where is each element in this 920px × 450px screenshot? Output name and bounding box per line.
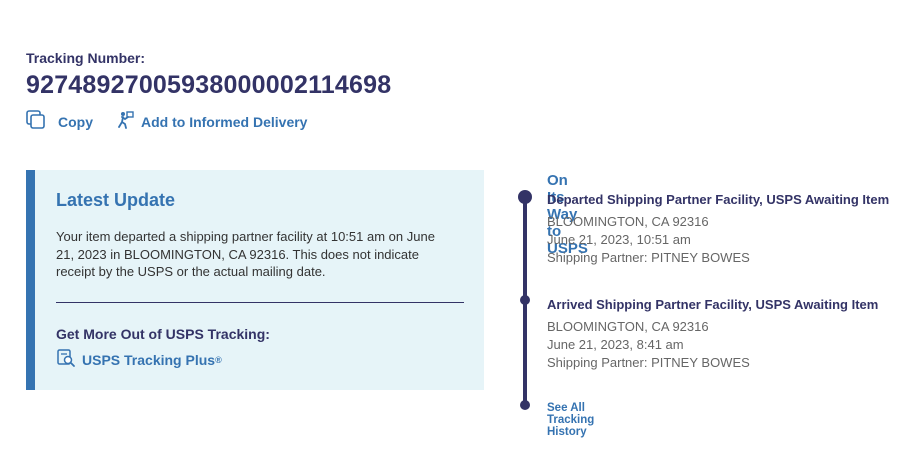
copy-icon: [26, 110, 46, 133]
event-datetime: June 21, 2023, 8:41 am: [547, 337, 684, 352]
copy-label: Copy: [58, 113, 93, 130]
event-datetime: June 21, 2023, 10:51 am: [547, 232, 691, 247]
event-title: Arrived Shipping Partner Facility, USPS …: [547, 297, 879, 312]
informed-delivery-label: Add to Informed Delivery: [141, 113, 308, 130]
registered-mark: ®: [215, 354, 222, 365]
tracking-plus-label: USPS Tracking Plus: [82, 351, 216, 368]
event-partner: Shipping Partner: PITNEY BOWES: [547, 250, 750, 265]
latest-update-panel: Latest Update Your item departed a shipp…: [26, 170, 484, 390]
see-all-history-link[interactable]: See All Tracking History: [547, 402, 594, 438]
panel-divider: [56, 302, 464, 303]
event-location: BLOOMINGTON, CA 92316: [547, 214, 709, 229]
informed-delivery-icon: [115, 110, 135, 133]
tracking-actions: Copy Add to Informed Delivery: [26, 110, 307, 133]
tracking-number: 92748927005938000002114698: [26, 71, 392, 99]
get-more-heading: Get More Out of USPS Tracking:: [56, 326, 270, 342]
timeline-dot: [520, 295, 530, 305]
event-location: BLOOMINGTON, CA 92316: [547, 319, 709, 334]
latest-update-message: Your item departed a shipping partner fa…: [56, 229, 435, 279]
copy-button[interactable]: Copy: [26, 110, 93, 133]
event-title: Departed Shipping Partner Facility, USPS…: [547, 192, 890, 207]
timeline-current-dot: [518, 190, 532, 204]
tracking-number-label: Tracking Number:: [26, 50, 146, 66]
timeline-dot: [520, 400, 530, 410]
tracking-plus-link[interactable]: USPS Tracking Plus ®: [56, 348, 222, 371]
event-partner: Shipping Partner: PITNEY BOWES: [547, 355, 750, 370]
add-informed-delivery-button[interactable]: Add to Informed Delivery: [115, 110, 307, 133]
tracking-plus-icon: [56, 348, 76, 371]
latest-update-heading: Latest Update: [56, 190, 176, 210]
